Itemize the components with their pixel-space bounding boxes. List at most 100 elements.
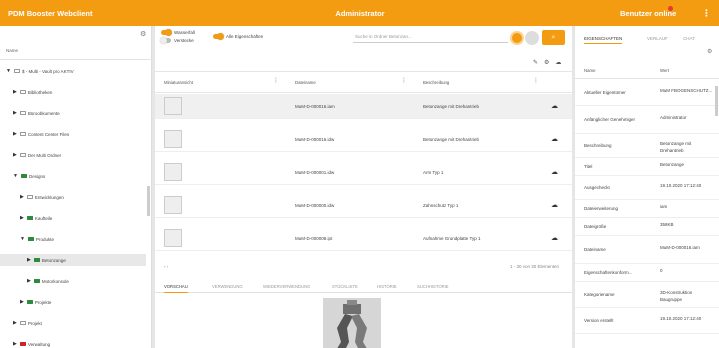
- model-preview[interactable]: [323, 298, 381, 348]
- prop-col-name[interactable]: Name: [584, 68, 595, 73]
- property-key: Version erstellt: [584, 318, 614, 323]
- tab-wiederverwendung[interactable]: WIEDERVERWENDUNG: [263, 284, 310, 289]
- settings-gear-icon[interactable]: ⚙: [544, 60, 555, 66]
- properties-scrollbar[interactable]: [715, 86, 718, 116]
- property-row: Anfänglicher Genehmiger Administrator: [575, 106, 719, 134]
- expand-right-icon[interactable]: ▶: [27, 278, 31, 284]
- cloud-download-icon[interactable]: ☁: [551, 168, 558, 176]
- more-menu-icon[interactable]: ⋮: [702, 8, 711, 19]
- app-title: PDM Booster Webclient: [8, 8, 93, 18]
- tab-verwendung[interactable]: VERWENDUNG: [212, 284, 243, 289]
- toggle-alle-eigenschaften[interactable]: Alle Eigenschaften: [213, 33, 263, 40]
- wasserfall-switch[interactable]: [161, 29, 172, 36]
- tree-item-label: Designs: [28, 173, 46, 179]
- edit-icon[interactable]: ✎: [533, 60, 544, 66]
- verstecke-switch[interactable]: [160, 37, 171, 44]
- tree-item[interactable]: ▶ Motorkonsole: [27, 278, 69, 284]
- expand-right-icon[interactable]: ▶: [13, 152, 17, 158]
- file-thumbnail[interactable]: [164, 229, 182, 247]
- tab-vorschau[interactable]: VORSCHAU: [164, 284, 188, 293]
- tree-item[interactable]: ▶ Bibliotheken: [13, 89, 52, 95]
- expand-right-icon[interactable]: ▶: [13, 110, 17, 116]
- table-row[interactable]: MuM-D-000016.iam Betonzange mit Drehantri…: [155, 94, 572, 119]
- file-thumbnail[interactable]: [164, 163, 182, 181]
- col-menu-icon[interactable]: ⋮: [533, 77, 539, 84]
- notification-dot[interactable]: [668, 6, 673, 11]
- file-description: Aufnahme Grundplatte Typ 1: [423, 236, 481, 241]
- expand-down-icon[interactable]: ▼: [13, 173, 18, 179]
- tree-item[interactable]: ▶ Betonzange: [0, 254, 146, 266]
- cloud-download-icon[interactable]: ☁: [551, 234, 558, 242]
- tree-item[interactable]: ▶ Verwaltung: [13, 341, 50, 347]
- tree-item-label: Verwaltung: [27, 341, 51, 347]
- tree-item[interactable]: ▼ $ - Multi - Vault pro AKTIV: [6, 68, 74, 74]
- file-thumbnail[interactable]: [164, 130, 182, 148]
- wasserfall-label: Wasserfall: [174, 30, 195, 35]
- tab-verlauf[interactable]: VERLAUF: [647, 36, 668, 41]
- tree-item[interactable]: ▶ Content Center Files: [13, 131, 69, 137]
- tree-settings-gear-icon[interactable]: ⚙: [140, 30, 146, 38]
- expand-right-icon[interactable]: ▶: [13, 89, 17, 95]
- table-row[interactable]: MuM-D-000008.ipt Aufnahme Grundplatte Typ…: [155, 226, 572, 251]
- col-menu-icon[interactable]: ⋮: [273, 77, 279, 84]
- prop-col-value[interactable]: Wert: [660, 68, 669, 73]
- col-description[interactable]: Beschreibung: [423, 80, 449, 85]
- properties-gear-icon[interactable]: ⚙: [707, 48, 712, 55]
- secondary-toggle-button[interactable]: [525, 31, 539, 45]
- alle-eigenschaften-switch[interactable]: [213, 33, 224, 40]
- tree-scrollbar[interactable]: [147, 186, 150, 216]
- folder-icon: [27, 237, 34, 241]
- expand-down-icon[interactable]: ▼: [6, 68, 11, 74]
- col-filename[interactable]: Dateiname: [295, 80, 316, 85]
- tab-suchhistorie[interactable]: SUCHHISTORIE: [417, 284, 449, 289]
- col-menu-icon[interactable]: ⋮: [401, 77, 407, 84]
- file-thumbnail[interactable]: [164, 196, 182, 214]
- property-value: 358KB: [660, 222, 674, 227]
- expand-right-icon[interactable]: ▶: [20, 215, 24, 221]
- expand-right-icon[interactable]: ▶: [27, 257, 31, 263]
- tree-item[interactable]: ▼ Designs: [13, 173, 45, 179]
- expand-right-icon[interactable]: ▶: [20, 299, 24, 305]
- toggle-wasserfall[interactable]: Wasserfall: [161, 29, 195, 36]
- filter-toggle-button[interactable]: [510, 31, 524, 45]
- search-button[interactable]: ⌕: [542, 30, 565, 45]
- property-row: Titel Betonzange: [575, 158, 719, 176]
- tree-item[interactable]: ▶ Büroobkumente: [13, 110, 60, 116]
- expand-right-icon[interactable]: ▶: [20, 194, 24, 200]
- tree-item[interactable]: ▶ Projekte: [20, 299, 51, 305]
- table-row[interactable]: MuM-D-000000.idw Zahnschutz Typ 1 ☁: [155, 193, 572, 218]
- property-value: Betonzange: [660, 162, 685, 167]
- property-key: Aktueller Eigentümer: [584, 90, 626, 95]
- tree-item[interactable]: ▶ Der Multi Ordner: [13, 152, 61, 158]
- property-value: Betonzange mit Drehantrieb: [660, 141, 692, 153]
- cloud-download-icon[interactable]: ☁: [555, 60, 567, 66]
- expand-right-icon[interactable]: ▶: [13, 341, 17, 347]
- property-key: Anfänglicher Genehmiger: [584, 117, 636, 122]
- cloud-download-icon[interactable]: ☁: [551, 201, 558, 209]
- cloud-download-icon[interactable]: ☁: [551, 135, 558, 143]
- tab-eigenschaften[interactable]: EIGENSCHAFTEN: [584, 36, 623, 44]
- tree-column-header[interactable]: Name: [0, 40, 152, 60]
- cloud-download-icon[interactable]: ☁: [551, 102, 558, 110]
- folder-icon: [26, 216, 33, 220]
- tree-item[interactable]: ▼ Produkte: [20, 236, 54, 242]
- property-value: 0: [660, 268, 663, 273]
- search-input[interactable]: Suche in Ordner Betonzan...: [353, 34, 508, 43]
- tree-item[interactable]: ▶ Kaufteile: [20, 215, 52, 221]
- file-thumbnail[interactable]: [164, 97, 182, 115]
- toggle-verstecke[interactable]: Verstecke: [160, 37, 194, 44]
- table-row[interactable]: MuM-D-000001.idw Arm Typ 1 ☁: [155, 160, 572, 185]
- expand-right-icon[interactable]: ▶: [13, 131, 17, 137]
- tree-item[interactable]: ▶ Entwicklungen: [20, 194, 64, 200]
- tab-stueckliste[interactable]: STÜCKLISTE: [332, 284, 358, 289]
- property-row: Aktueller Eigentümer MuM FBOGENSCHUTZ...: [575, 80, 719, 106]
- tab-chat[interactable]: CHAT: [683, 36, 695, 41]
- tab-historie[interactable]: HISTORIE: [377, 284, 397, 289]
- tree-item-label: Der Multi Ordner: [27, 152, 62, 158]
- table-row[interactable]: MuM-D-000016.idw Betonzange mit Drehantri…: [155, 127, 572, 152]
- page-prev-icon[interactable]: ‹ ›: [164, 264, 168, 269]
- tree-item[interactable]: ▶ Projekt: [13, 320, 42, 326]
- col-thumbnail[interactable]: Miniaturansicht: [164, 80, 193, 85]
- expand-down-icon[interactable]: ▼: [20, 236, 25, 242]
- expand-right-icon[interactable]: ▶: [13, 320, 17, 326]
